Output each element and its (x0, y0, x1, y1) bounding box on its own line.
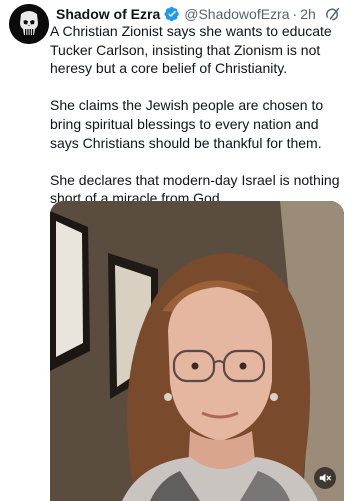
tweet-paragraph-1: A Christian Zionist says she wants to ed… (50, 23, 332, 77)
separator-dot: · (292, 6, 298, 22)
video-player[interactable] (50, 201, 344, 501)
tweet[interactable]: Shadow of Ezra @ShadowofEzra · 2h A Chri… (0, 0, 352, 501)
author-name[interactable]: Shadow of Ezra (56, 4, 160, 24)
author-handle[interactable]: @ShadowofEzra (184, 4, 289, 24)
mute-button[interactable] (314, 467, 336, 489)
video-frame (50, 201, 344, 501)
tweet-paragraph-2: She claims the Jewish people are chosen … (50, 97, 324, 151)
verified-badge-icon (164, 6, 180, 22)
timestamp[interactable]: 2h (300, 4, 316, 24)
grok-icon[interactable] (324, 6, 341, 23)
tweet-header: Shadow of Ezra @ShadowofEzra · 2h (56, 4, 346, 24)
punisher-skull-icon (9, 4, 49, 44)
speaker-muted-icon (319, 473, 331, 483)
avatar[interactable] (9, 4, 49, 44)
tweet-text: A Christian Zionist says she wants to ed… (50, 22, 346, 227)
